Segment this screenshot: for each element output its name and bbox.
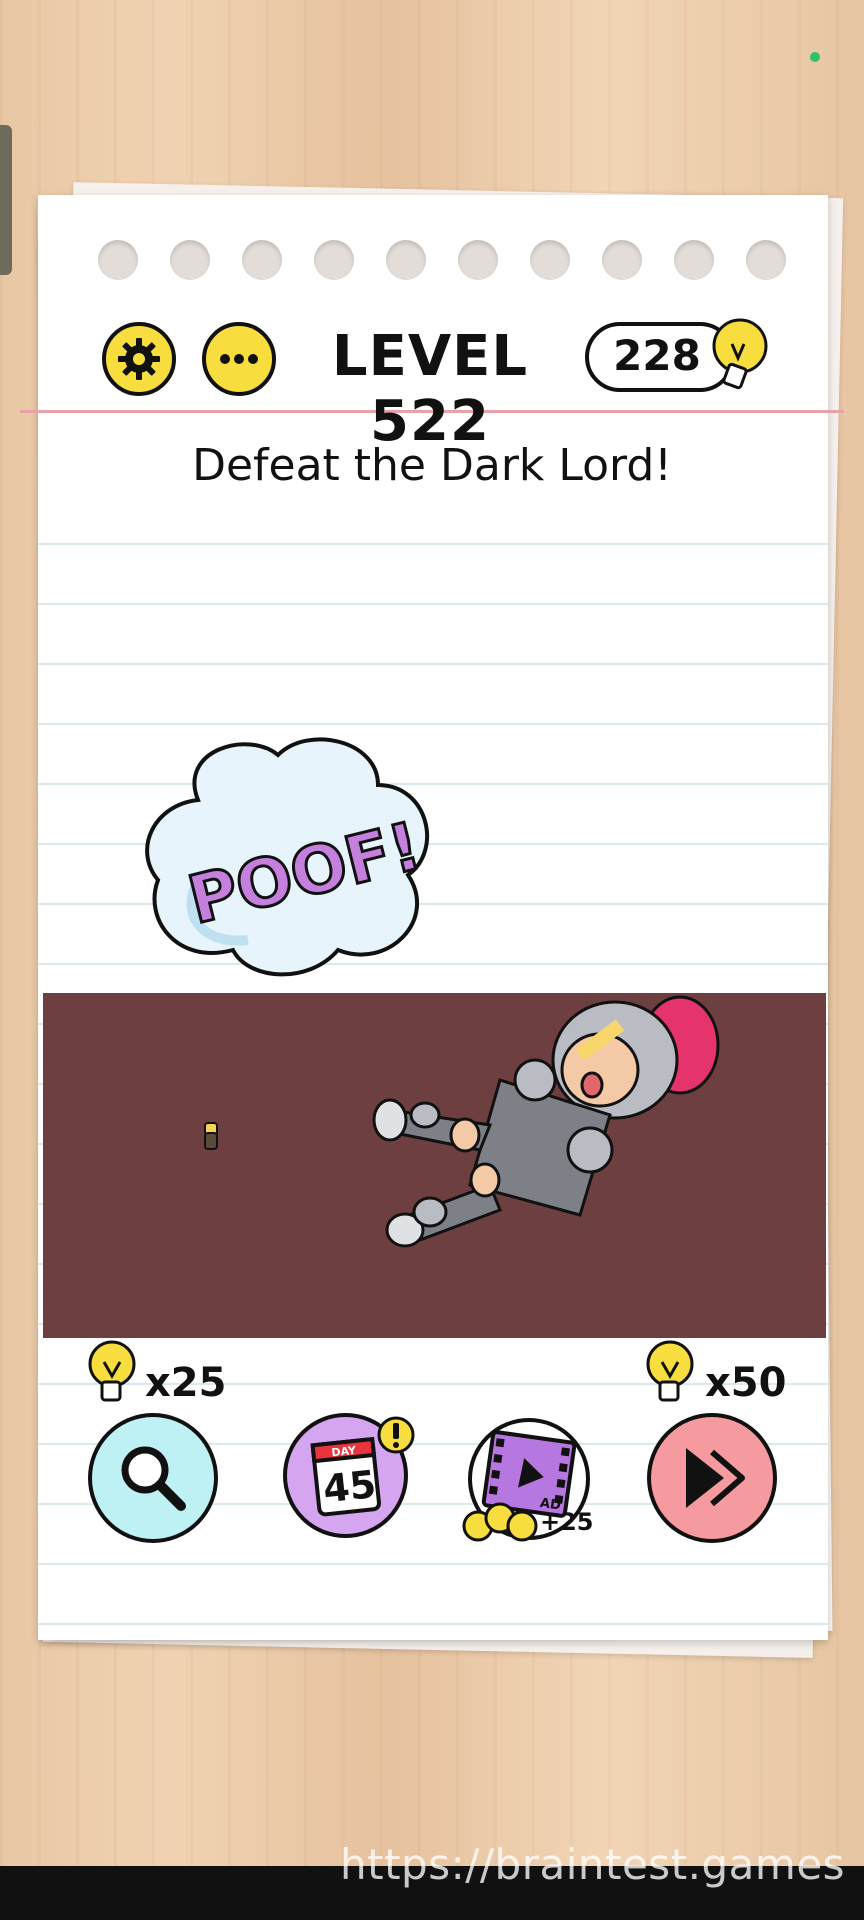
ad-bonus: +25 [540, 1508, 594, 1536]
more-icon [220, 354, 258, 364]
hint-count: 228 [613, 331, 701, 380]
status-dot [810, 52, 820, 62]
binder-holes [98, 240, 798, 290]
search-cost: x25 [145, 1360, 227, 1406]
knight-character[interactable] [360, 985, 780, 1265]
calendar-icon: DAY 45 [309, 1436, 381, 1516]
search-hint-button[interactable] [88, 1413, 218, 1543]
skip-icon [686, 1448, 745, 1508]
day-number: 45 [320, 1462, 377, 1511]
search-icon [121, 1446, 186, 1511]
level-title: LEVEL 522 [331, 324, 529, 454]
puzzle-instruction: Defeat the Dark Lord! [192, 440, 672, 491]
lightbulb-icon [88, 1340, 136, 1402]
settings-button[interactable] [102, 322, 176, 396]
skip-level-button[interactable] [647, 1413, 777, 1543]
gear-icon [118, 338, 160, 380]
side-tab[interactable] [0, 125, 12, 275]
skip-cost: x50 [705, 1360, 787, 1406]
alert-badge-icon [377, 1416, 415, 1454]
day-label: DAY [330, 1443, 357, 1459]
more-button[interactable] [202, 322, 276, 396]
acorn-item[interactable] [203, 1121, 219, 1151]
lightbulb-icon [712, 318, 768, 390]
lightbulb-cluster-icon [462, 1502, 538, 1542]
watermark-url: https://braintest.games [340, 1840, 846, 1889]
poof-cloud[interactable]: POOF! [138, 730, 448, 990]
lightbulb-icon [646, 1340, 694, 1402]
